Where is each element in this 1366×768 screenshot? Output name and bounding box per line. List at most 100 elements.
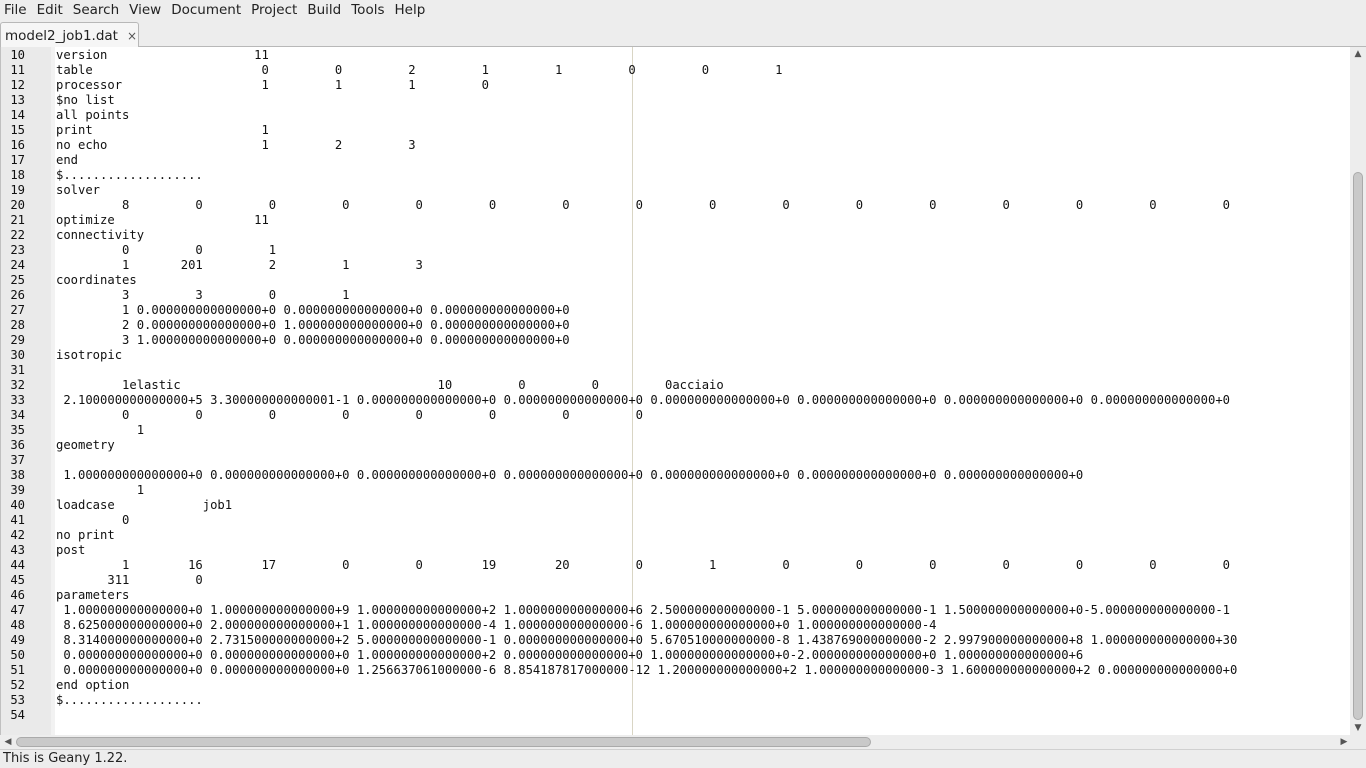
menu-document[interactable]: Document (166, 0, 246, 22)
line-text: 3 1.000000000000000+0 0.000000000000000+… (56, 333, 570, 347)
code-line[interactable]: 37 (1, 453, 1351, 468)
line-number: 33 (10, 393, 25, 407)
line-text: 3 3 0 1 (56, 288, 350, 302)
line-number: 21 (10, 213, 25, 227)
line-text: $................... (56, 168, 203, 182)
arrow-up-icon[interactable]: ▲ (1350, 47, 1366, 61)
line-number: 43 (10, 543, 25, 557)
tab-model2-job1[interactable]: model2_job1.dat × (0, 22, 139, 48)
line-text: 1elastic 10 0 0 0acciaio (56, 378, 724, 392)
line-number: 29 (10, 333, 25, 347)
line-text: 1 0.000000000000000+0 0.000000000000000+… (56, 303, 570, 317)
code-line[interactable]: 25 coordinates (1, 273, 1351, 288)
arrow-down-icon[interactable]: ▼ (1350, 721, 1366, 735)
horizontal-scrollbar[interactable]: ◀ ▶ (0, 735, 1350, 749)
code-line[interactable]: 40 loadcase job1 (1, 498, 1351, 513)
code-line[interactable]: 15 print 1 (1, 123, 1351, 138)
status-bar: This is Geany 1.22. (0, 749, 1366, 768)
menu-file[interactable]: File (0, 0, 32, 22)
status-text: This is Geany 1.22. (3, 751, 128, 766)
code-line[interactable]: 30 isotropic (1, 348, 1351, 363)
line-number: 31 (10, 363, 25, 377)
code-line[interactable]: 21 optimize 11 (1, 213, 1351, 228)
code-line[interactable]: 27 1 0.000000000000000+0 0.0000000000000… (1, 303, 1351, 318)
code-line[interactable]: 12 processor 1 1 1 0 (1, 78, 1351, 93)
line-text: 1 (56, 483, 145, 497)
code-line[interactable]: 54 (1, 708, 1351, 723)
code-line[interactable]: 50 0.000000000000000+0 0.000000000000000… (1, 648, 1351, 663)
code-line[interactable]: 26 3 3 0 1 (1, 288, 1351, 303)
code-editor[interactable]: 10 version 11 11 table 0 0 2 1 1 0 0 1 12 pro… (0, 47, 1351, 735)
menu-tools[interactable]: Tools (346, 0, 389, 22)
code-line[interactable]: 47 1.000000000000000+0 1.000000000000000… (1, 603, 1351, 618)
menu-view[interactable]: View (124, 0, 166, 22)
line-number: 40 (10, 498, 25, 512)
code-line[interactable]: 53 $................... (1, 693, 1351, 708)
code-line[interactable]: 48 8.625000000000000+0 2.000000000000000… (1, 618, 1351, 633)
code-line[interactable]: 51 0.000000000000000+0 0.000000000000000… (1, 663, 1351, 678)
line-text: 2 0.000000000000000+0 1.000000000000000+… (56, 318, 570, 332)
code-line[interactable]: 17 end (1, 153, 1351, 168)
horizontal-scroll-thumb[interactable] (16, 737, 871, 747)
code-line[interactable]: 52 end option (1, 678, 1351, 693)
line-number: 47 (10, 603, 25, 617)
code-line[interactable]: 49 8.314000000000000+0 2.731500000000000… (1, 633, 1351, 648)
arrow-right-icon[interactable]: ▶ (1338, 735, 1350, 749)
line-number: 49 (10, 633, 25, 647)
code-line[interactable]: 14 all points (1, 108, 1351, 123)
menu-search[interactable]: Search (68, 0, 124, 22)
line-number: 53 (10, 693, 25, 707)
line-text: $................... (56, 693, 203, 707)
line-text: solver (56, 183, 101, 197)
close-icon[interactable]: × (127, 29, 137, 43)
code-line[interactable]: 31 (1, 363, 1351, 378)
line-text: 1 (56, 423, 145, 437)
code-line[interactable]: 35 1 (1, 423, 1351, 438)
code-line[interactable]: 28 2 0.000000000000000+0 1.0000000000000… (1, 318, 1351, 333)
code-line[interactable]: 19 solver (1, 183, 1351, 198)
code-line[interactable]: 13 $no list (1, 93, 1351, 108)
menu-project[interactable]: Project (246, 0, 302, 22)
code-line[interactable]: 34 0 0 0 0 0 0 0 0 (1, 408, 1351, 423)
code-line[interactable]: 42 no print (1, 528, 1351, 543)
line-text: 1 16 17 0 0 19 20 0 1 0 0 0 0 0 0 0 (56, 558, 1230, 572)
line-text: 311 0 (56, 573, 203, 587)
code-line[interactable]: 45 311 0 (1, 573, 1351, 588)
code-line[interactable]: 41 0 (1, 513, 1351, 528)
code-line[interactable]: 20 8 0 0 0 0 0 0 0 0 0 0 0 0 0 0 0 (1, 198, 1351, 213)
line-number: 22 (10, 228, 25, 242)
line-text: connectivity (56, 228, 145, 242)
code-line[interactable]: 16 no echo 1 2 3 (1, 138, 1351, 153)
line-text: $no list (56, 93, 115, 107)
menu-help[interactable]: Help (390, 0, 431, 22)
code-line[interactable]: 38 1.000000000000000+0 0.000000000000000… (1, 468, 1351, 483)
menu-edit[interactable]: Edit (32, 0, 68, 22)
code-line[interactable]: 29 3 1.000000000000000+0 0.0000000000000… (1, 333, 1351, 348)
line-text: no echo 1 2 3 (56, 138, 416, 152)
line-text: 0.000000000000000+0 0.000000000000000+0 … (56, 663, 1238, 677)
line-number: 52 (10, 678, 25, 692)
code-line[interactable]: 36 geometry (1, 438, 1351, 453)
line-text: post (56, 543, 86, 557)
code-line[interactable]: 18 $................... (1, 168, 1351, 183)
line-number: 28 (10, 318, 25, 332)
code-line[interactable]: 43 post (1, 543, 1351, 558)
code-line[interactable]: 33 2.100000000000000+5 3.300000000000001… (1, 393, 1351, 408)
vertical-scroll-thumb[interactable] (1353, 172, 1363, 720)
code-line[interactable]: 32 1elastic 10 0 0 0acciaio (1, 378, 1351, 393)
vertical-scrollbar[interactable]: ▲ ▼ (1350, 47, 1366, 735)
line-number: 17 (10, 153, 25, 167)
line-number: 54 (10, 708, 25, 722)
line-number: 26 (10, 288, 25, 302)
code-line[interactable]: 23 0 0 1 (1, 243, 1351, 258)
arrow-left-icon[interactable]: ◀ (2, 735, 14, 749)
code-line[interactable]: 44 1 16 17 0 0 19 20 0 1 0 0 0 0 0 0 0 (1, 558, 1351, 573)
code-line[interactable]: 39 1 (1, 483, 1351, 498)
code-line[interactable]: 46 parameters (1, 588, 1351, 603)
code-line[interactable]: 10 version 11 (1, 48, 1351, 63)
menu-build[interactable]: Build (302, 0, 346, 22)
line-number: 50 (10, 648, 25, 662)
code-line[interactable]: 11 table 0 0 2 1 1 0 0 1 (1, 63, 1351, 78)
code-line[interactable]: 22 connectivity (1, 228, 1351, 243)
code-line[interactable]: 24 1 201 2 1 3 (1, 258, 1351, 273)
